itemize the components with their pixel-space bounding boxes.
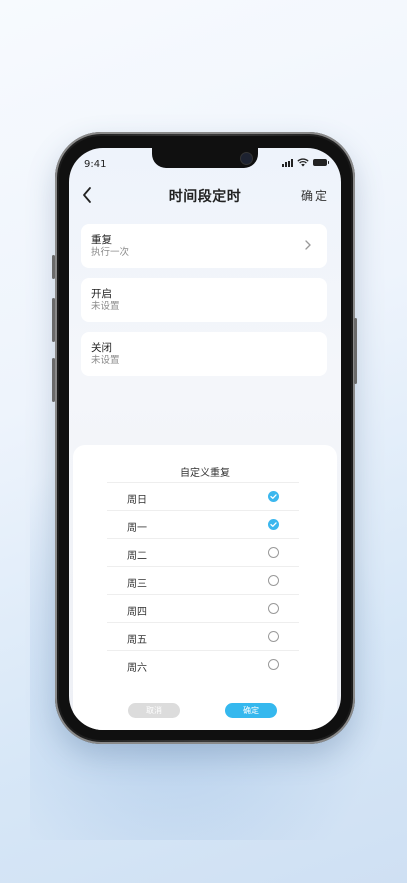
day-row[interactable]: 周四 — [107, 594, 299, 623]
camera — [240, 152, 253, 165]
wifi-icon — [297, 158, 309, 167]
ok-button[interactable]: 确定 — [225, 703, 277, 718]
day-label: 周一 — [127, 523, 147, 534]
on-time-setting[interactable]: 开启 未设置 — [81, 278, 327, 322]
day-label: 周三 — [127, 579, 147, 590]
day-row[interactable]: 周日 — [107, 482, 299, 511]
volume-down-button — [52, 358, 55, 402]
sheet-title: 自定义重复 — [180, 468, 230, 479]
on-time-value: 未设置 — [91, 301, 120, 312]
off-time-label: 关闭 — [91, 342, 112, 354]
status-icons — [282, 158, 329, 167]
empty-circle-icon[interactable] — [268, 547, 279, 558]
empty-circle-icon[interactable] — [268, 603, 279, 614]
phone-screen: 9:41 时间段定时 确定 重复 执行一次 开启 未设置 关闭 未设置 自定义重… — [69, 148, 341, 730]
empty-circle-icon[interactable] — [268, 631, 279, 642]
check-circle-icon[interactable] — [268, 491, 279, 502]
empty-circle-icon[interactable] — [268, 575, 279, 586]
day-label: 周四 — [127, 607, 147, 618]
day-row[interactable]: 周五 — [107, 622, 299, 651]
repeat-label: 重复 — [91, 234, 112, 246]
volume-up-button — [52, 298, 55, 342]
repeat-setting[interactable]: 重复 执行一次 — [81, 224, 327, 268]
battery-icon — [313, 159, 329, 166]
empty-circle-icon[interactable] — [268, 659, 279, 670]
day-label: 周二 — [127, 551, 147, 562]
signal-icon — [282, 158, 293, 167]
day-label: 周五 — [127, 635, 147, 646]
day-row[interactable]: 周六 — [107, 650, 299, 679]
day-row[interactable]: 周二 — [107, 538, 299, 567]
power-button — [354, 318, 357, 384]
day-row[interactable]: 周一 — [107, 510, 299, 539]
day-row[interactable]: 周三 — [107, 566, 299, 595]
confirm-button[interactable]: 确定 — [301, 187, 329, 204]
nav-bar: 时间段定时 确定 — [69, 184, 341, 206]
status-time: 9:41 — [84, 159, 107, 170]
off-time-value: 未设置 — [91, 355, 120, 366]
off-time-setting[interactable]: 关闭 未设置 — [81, 332, 327, 376]
silent-switch — [52, 255, 55, 279]
custom-repeat-sheet: 自定义重复 周日周一周二周三周四周五周六 取消 确定 — [73, 445, 337, 730]
day-label: 周日 — [127, 495, 147, 506]
on-time-label: 开启 — [91, 288, 112, 300]
check-circle-icon[interactable] — [268, 519, 279, 530]
cancel-button[interactable]: 取消 — [128, 703, 180, 718]
notch — [152, 148, 258, 168]
repeat-value: 执行一次 — [91, 247, 130, 258]
day-label: 周六 — [127, 663, 147, 674]
chevron-right-icon — [305, 240, 311, 250]
